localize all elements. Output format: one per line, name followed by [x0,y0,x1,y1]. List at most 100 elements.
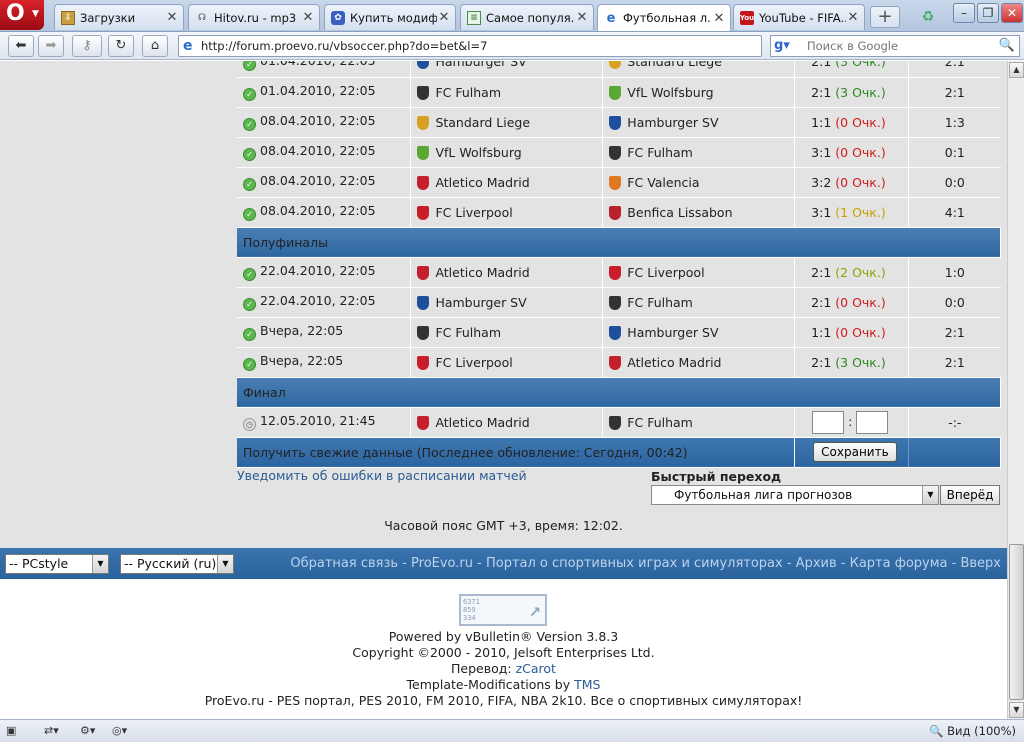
team-crest-icon [417,355,430,370]
search-icon[interactable]: 🔍 [998,37,1016,55]
language-select[interactable]: -- Русский (ru) ▼ [120,554,234,574]
check-icon: ✓ [243,358,256,371]
close-icon[interactable]: ✕ [846,10,860,25]
tab-youtube[interactable]: You YouTube - FIFA... ✕ [733,4,865,30]
tab-hitov[interactable]: ☊ Hitov.ru - mp3 ... ✕ [188,4,320,30]
bet-cell: 2:1 (3 Очк.) [794,77,910,108]
tab-football-league[interactable]: e Футбольная л... ✕ [597,4,731,31]
match-result: 1:3 [908,107,1001,138]
check-icon: ✓ [243,208,256,221]
tab-popular[interactable]: ≡ Самое популя... ✕ [460,4,594,30]
away-score-input[interactable] [856,410,889,434]
search-input[interactable] [807,38,993,54]
home-team: Standard Liege [435,114,531,130]
bet-score: 2:1 [811,61,832,70]
trash-icon[interactable]: ♻ [914,5,942,29]
table-row: ✓ 08.04.2010, 22:05 FC Liverpool Benfica Li… [237,197,1001,228]
section-header-semifinals: Полуфиналы [237,227,1001,258]
close-icon[interactable]: ✕ [165,10,179,25]
scroll-thumb[interactable] [1009,544,1024,700]
team-crest-icon [417,61,430,70]
restore-button[interactable]: ❐ [977,3,999,23]
team-crest-icon [417,295,430,310]
close-icon[interactable]: ✕ [712,11,726,26]
unite-icon[interactable]: ⚙▾ [80,723,95,739]
new-tab-button[interactable]: + [870,6,900,28]
home-team-cell: Hamburger SV [410,61,604,78]
points-earned: (3 Очк.) [835,84,886,100]
zoom-control[interactable]: 🔍 Вид (100%) [929,723,1016,739]
feedback-link[interactable]: Обратная связь [290,556,398,571]
reload-button[interactable]: ↻ [108,35,134,57]
match-date-cell: ✓ 08.04.2010, 22:05 [237,197,412,228]
away-team-cell: FC Valencia [602,167,796,198]
refresh-data-link[interactable]: Получить свежие данные (Последнее обновл… [237,437,796,468]
away-team-cell: Atletico Madrid [602,347,796,378]
close-icon[interactable]: ✕ [575,10,589,25]
bet-cell: 2:1 (3 Очк.) [794,61,910,78]
forward-button[interactable]: ➡ [38,35,64,57]
zoom-icon: 🔍 [929,724,948,738]
translator-link[interactable]: zCarot [516,661,556,676]
section-title: Финал [237,377,1001,408]
wand-button[interactable]: ⚷ [72,35,102,57]
home-team-cell: FC Fulham [410,317,604,348]
panel-toggle-icon[interactable]: ▣ [6,723,16,739]
scroll-down-button[interactable]: ▼ [1009,702,1024,718]
tab-label: YouTube - FIFA... [759,10,846,25]
url-input[interactable] [201,38,721,54]
clock-icon: ◷ [243,418,256,431]
close-icon[interactable]: ✕ [437,10,451,25]
arrow-icon: ↗ [528,597,541,621]
quick-jump-selected: Футбольная лига прогнозов [674,488,853,502]
tms-link[interactable]: TMS [574,677,600,692]
home-team: FC Liverpool [435,354,513,370]
address-bar[interactable]: e ◉ ▼ [178,35,933,57]
away-team: Hamburger SV [627,324,719,340]
tab-downloads[interactable]: ⇩ Загрузки ✕ [54,4,184,30]
opera-menu-button[interactable]: O ▼ [0,0,44,30]
footer-empty-cell [908,437,1001,468]
translation-label: Перевод: [451,661,516,676]
back-button[interactable]: ⬅ [8,35,34,57]
language-select-value: -- Русский (ru) [124,556,217,571]
match-date-cell: ✓ 08.04.2010, 22:05 [237,107,412,138]
back-to-top-link[interactable]: Вверх [960,556,1001,571]
archive-link[interactable]: Архив [796,556,837,571]
status-bar: ▣ ⇄▾ ⚙▾ ◎▾ 🔍 Вид (100%) [0,719,1024,742]
points-earned: (0 Очк.) [835,324,886,340]
away-team-cell: Standard Liege [602,61,796,78]
team-crest-icon [609,265,622,280]
timezone-info: Часовой пояс GMT +3, время: 12:02. [384,518,623,533]
search-box[interactable]: g▾ 🔍 [770,35,1020,57]
away-team-cell: VfL Wolfsburg [602,77,796,108]
quick-jump-go-button[interactable]: Вперёд [940,485,1000,505]
home-button[interactable]: ⌂ [142,35,168,57]
scroll-up-button[interactable]: ▲ [1009,62,1024,78]
points-earned: (0 Очк.) [835,174,886,190]
turbo-icon[interactable]: ◎▾ [112,723,127,739]
window-close-button[interactable]: ✕ [1001,3,1023,23]
google-icon[interactable]: g▾ [774,38,802,54]
away-team-cell: FC Fulham [602,287,796,318]
bet-cell: 3:1 (1 Очк.) [794,197,910,228]
report-schedule-error-link[interactable]: Уведомить об ошибки в расписании матчей [237,468,527,483]
vertical-scrollbar[interactable]: ▲ ▼ [1007,61,1024,719]
bet-cell: 2:1 (2 Очк.) [794,257,910,288]
save-button[interactable]: Сохранить [813,442,897,462]
match-date: 22.04.2010, 22:05 [260,263,376,278]
sitemap-link[interactable]: Карта форума [850,556,948,571]
team-crest-icon [417,145,430,160]
tab-shop[interactable]: ✿ Купить модиф... ✕ [324,4,456,30]
chevron-down-icon: ▼ [922,486,938,504]
minimize-button[interactable]: – [953,3,975,23]
close-icon[interactable]: ✕ [301,10,315,25]
style-select[interactable]: -- PCstyle ▼ [5,554,109,574]
portal-link[interactable]: ProEvo.ru - Портал о спортивных играх и … [411,556,783,571]
check-icon: ✓ [243,328,256,341]
sync-icon[interactable]: ⇄▾ [44,723,59,739]
quick-jump-select[interactable]: Футбольная лига прогнозов ▼ [651,485,939,505]
table-row: ✓ 08.04.2010, 22:05 VfL Wolfsburg FC Fulham… [237,137,1001,168]
home-score-input[interactable] [812,410,845,434]
team-crest-icon [609,145,622,160]
